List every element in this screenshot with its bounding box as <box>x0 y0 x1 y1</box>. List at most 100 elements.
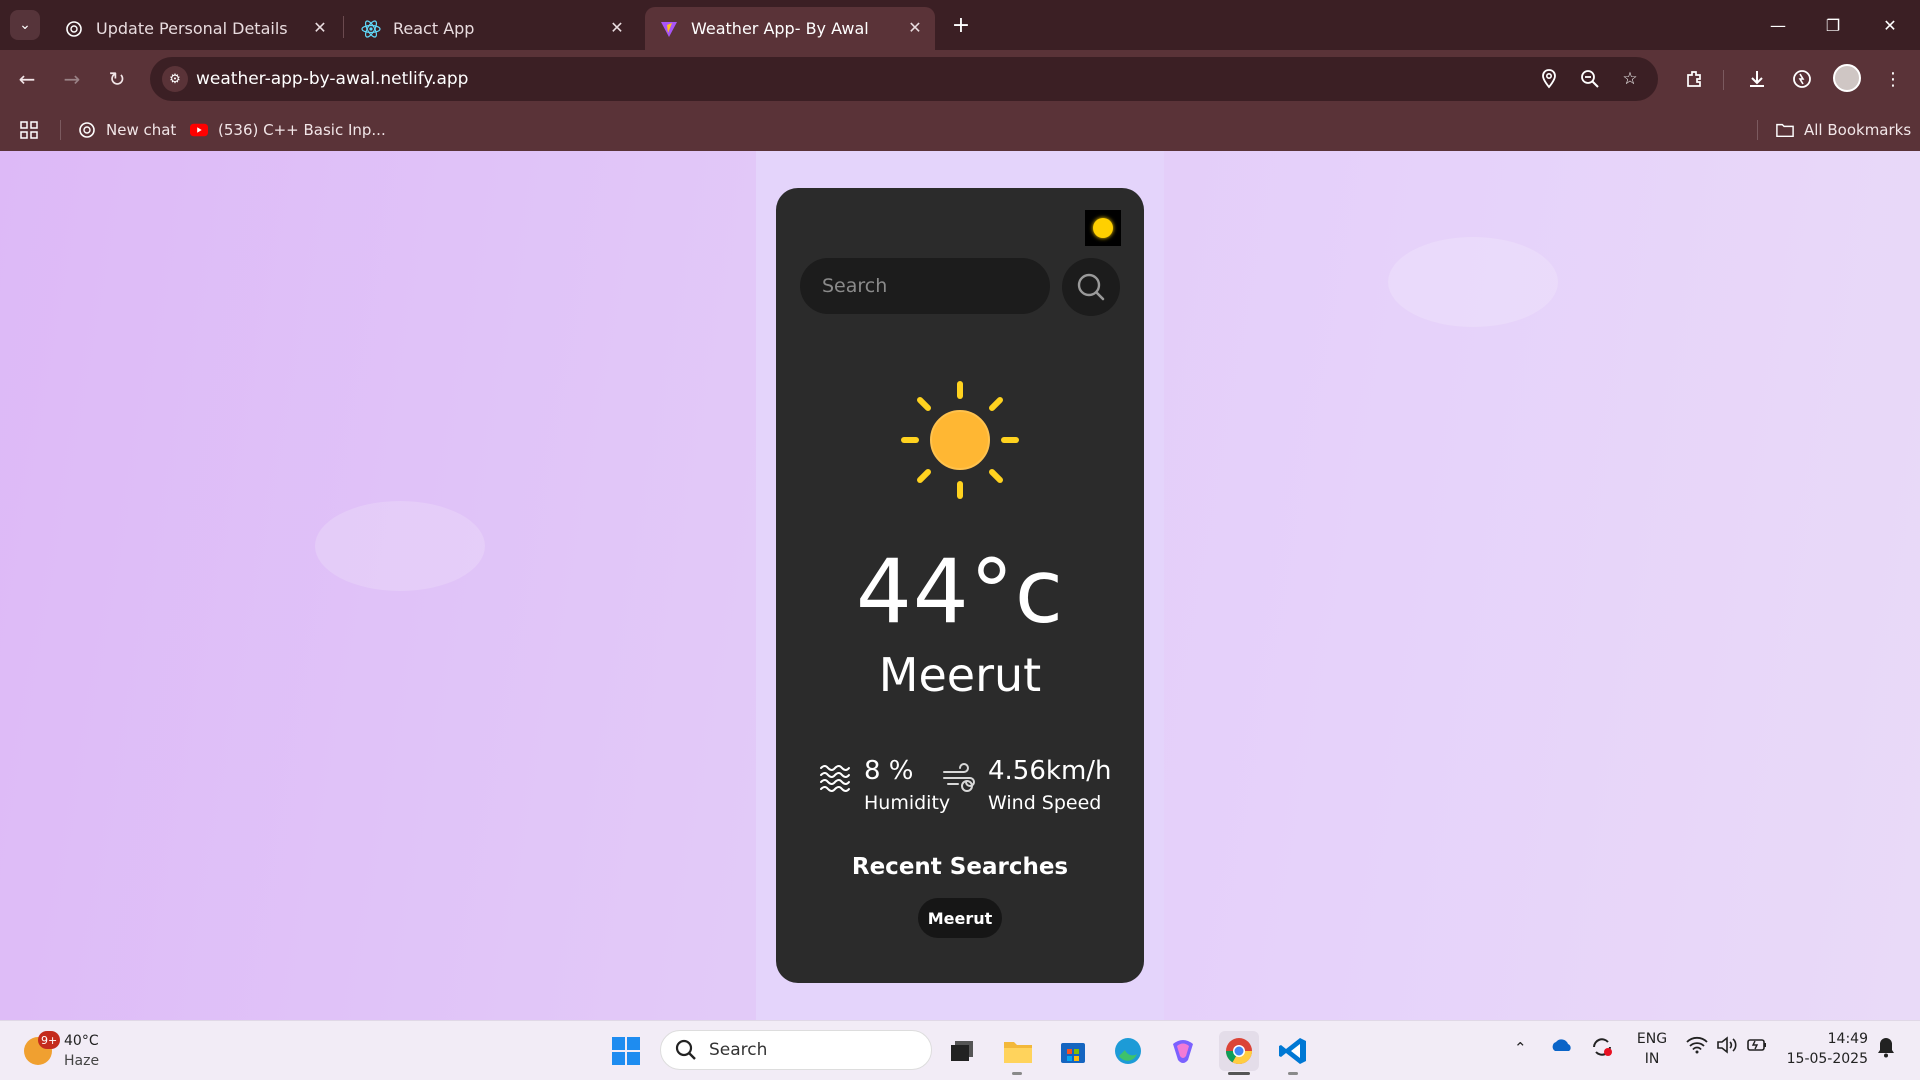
tab-react-app[interactable]: React App ✕ <box>347 7 637 50</box>
microsoft-store-icon[interactable] <box>1053 1031 1093 1071</box>
reload-icon[interactable]: ↻ <box>102 64 132 94</box>
notification-badge: 9+ <box>38 1031 61 1049</box>
background-cloud <box>315 501 485 591</box>
start-button[interactable] <box>606 1031 646 1071</box>
all-bookmarks-label: All Bookmarks <box>1804 120 1912 139</box>
running-indicator <box>1012 1072 1022 1075</box>
search-button[interactable] <box>1062 258 1120 316</box>
tab-search-button[interactable]: ⌄ <box>10 10 40 40</box>
battery-icon[interactable] <box>1746 1036 1768 1058</box>
background-cloud <box>1388 237 1558 327</box>
show-hidden-icons[interactable]: ⌃ <box>1514 1039 1527 1057</box>
zoom-out-icon[interactable] <box>1578 67 1602 91</box>
back-icon[interactable]: ← <box>12 64 42 94</box>
tab-divider <box>343 16 344 38</box>
city-name: Meerut <box>878 648 1042 702</box>
more-menu-icon[interactable]: ⋮ <box>1878 64 1908 94</box>
bookmarks-bar: New chat (536) C++ Basic Inp... All Book… <box>0 108 1920 151</box>
browser-toolbar: ← → ↻ ⚙ weather-app-by-awal.netlify.app … <box>0 50 1920 108</box>
performance-icon[interactable] <box>1787 64 1817 94</box>
site-info-icon[interactable]: ⚙ <box>162 66 188 92</box>
restore-icon[interactable]: ❐ <box>1815 10 1851 40</box>
bookmark-label: New chat <box>106 120 177 139</box>
volume-icon[interactable] <box>1716 1036 1738 1058</box>
task-view-icon[interactable] <box>942 1031 982 1071</box>
humidity-icon <box>820 765 850 792</box>
bookmark-new-chat[interactable]: New chat <box>78 108 176 151</box>
close-tab-icon[interactable]: ✕ <box>905 17 925 37</box>
humidity-label: Humidity <box>864 792 951 814</box>
wind-speed-label: Wind Speed <box>988 792 1102 814</box>
bookmark-star-icon[interactable]: ☆ <box>1618 67 1642 91</box>
language-indicator[interactable]: ENG IN <box>1632 1029 1672 1069</box>
extensions-icon[interactable] <box>1679 64 1709 94</box>
close-tab-icon[interactable]: ✕ <box>607 17 627 37</box>
weather-temp: 40°C <box>64 1033 99 1049</box>
clear-sky-sun-icon <box>901 381 1019 499</box>
theme-toggle-button[interactable] <box>1085 210 1121 246</box>
humidity-value: 8 % <box>864 756 914 786</box>
chrome-icon[interactable] <box>1219 1031 1259 1071</box>
city-search-input[interactable] <box>800 258 1050 314</box>
clock-date: 15-05-2025 <box>1786 1051 1868 1067</box>
location-icon[interactable] <box>1537 67 1561 91</box>
weather-widget[interactable]: 9+ 40°C Haze <box>22 1029 142 1073</box>
close-tab-icon[interactable]: ✕ <box>310 17 330 37</box>
weather-card: 44°c Meerut 8 % Humidity 4.56km/h Wind S… <box>776 188 1144 983</box>
bookmark-divider <box>1757 120 1758 140</box>
close-window-icon[interactable]: ✕ <box>1872 10 1908 40</box>
onedrive-icon[interactable] <box>1550 1037 1574 1057</box>
copilot-icon[interactable] <box>1163 1031 1203 1071</box>
taskbar-search[interactable]: Search <box>660 1030 932 1070</box>
notifications-icon[interactable] <box>1876 1036 1896 1062</box>
vscode-icon[interactable] <box>1273 1031 1313 1071</box>
profile-avatar[interactable] <box>1833 64 1861 92</box>
tab-title: Weather App- By Awal <box>691 19 869 38</box>
language-code: ENG <box>1636 1031 1668 1047</box>
address-bar[interactable]: ⚙ weather-app-by-awal.netlify.app ☆ <box>150 57 1658 101</box>
tab-strip: ⌄ Update Personal Details ✕ React App ✕ … <box>0 0 1920 50</box>
tab-title: Update Personal Details <box>96 19 288 38</box>
new-tab-button[interactable]: + <box>948 12 974 38</box>
react-icon <box>361 19 381 39</box>
wind-icon <box>943 763 975 792</box>
temperature-value: 44°c <box>855 540 1065 643</box>
bookmark-divider <box>60 120 61 140</box>
bookmark-youtube[interactable]: (536) C++ Basic Inp... <box>190 108 386 151</box>
youtube-icon <box>190 121 208 139</box>
folder-icon <box>1776 121 1794 139</box>
region-code: IN <box>1644 1051 1660 1067</box>
apps-grid-icon[interactable] <box>20 108 38 151</box>
windows-taskbar: 9+ 40°C Haze Search ⌃ ENG IN 14:49 15-05… <box>0 1020 1920 1080</box>
download-icon[interactable] <box>1742 64 1772 94</box>
vite-icon <box>659 19 679 39</box>
clock-time: 14:49 <box>1827 1031 1868 1047</box>
windows-icon <box>612 1037 640 1065</box>
search-icon <box>1077 273 1105 301</box>
openai-icon <box>64 19 84 39</box>
recent-searches-title: Recent Searches <box>851 854 1069 880</box>
url-text[interactable]: weather-app-by-awal.netlify.app <box>196 69 468 89</box>
minimize-icon[interactable]: — <box>1760 10 1796 40</box>
page-background: 44°c Meerut 8 % Humidity 4.56km/h Wind S… <box>0 151 1920 1020</box>
wind-speed-value: 4.56km/h <box>988 756 1112 786</box>
tab-update-personal-details[interactable]: Update Personal Details ✕ <box>50 7 340 50</box>
wifi-icon[interactable] <box>1686 1036 1708 1058</box>
system-clock[interactable]: 14:49 15-05-2025 <box>1784 1029 1868 1069</box>
file-explorer-icon[interactable] <box>998 1031 1038 1071</box>
tab-title: React App <box>393 19 475 38</box>
openai-icon <box>78 121 96 139</box>
all-bookmarks-button[interactable]: All Bookmarks <box>1776 108 1911 151</box>
weather-desc: Haze <box>64 1053 100 1069</box>
taskbar-search-label: Search <box>709 1040 768 1060</box>
active-indicator <box>1228 1072 1250 1075</box>
sync-icon[interactable] <box>1590 1036 1614 1062</box>
running-indicator <box>1288 1072 1298 1075</box>
edge-browser-icon[interactable] <box>1108 1031 1148 1071</box>
toolbar-divider <box>1723 70 1724 90</box>
sun-toggle-icon <box>1093 218 1113 238</box>
recent-search-chip[interactable]: Meerut <box>918 898 1002 938</box>
forward-icon[interactable]: → <box>57 64 87 94</box>
tab-weather-app[interactable]: Weather App- By Awal ✕ <box>645 7 935 50</box>
search-icon <box>675 1039 696 1060</box>
